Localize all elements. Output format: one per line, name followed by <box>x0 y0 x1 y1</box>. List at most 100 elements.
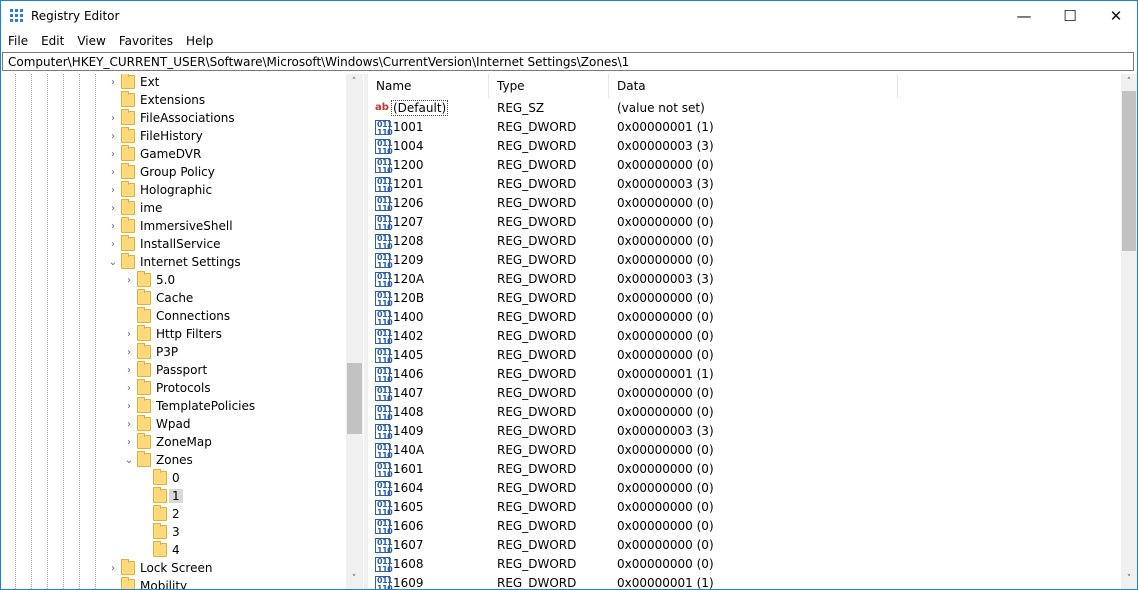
value-row[interactable]: 1208 REG_DWORD 0x00000000 (0) <box>368 232 1121 251</box>
scroll-down-icon[interactable]: ˅ <box>1121 571 1137 587</box>
column-header-data[interactable]: Data <box>609 74 898 98</box>
value-row[interactable]: 1200 REG_DWORD 0x00000000 (0) <box>368 156 1121 175</box>
value-row[interactable]: 1606 REG_DWORD 0x00000000 (0) <box>368 517 1121 536</box>
tree-node[interactable]: › ime <box>2 199 346 218</box>
tree-node[interactable]: › InstallService <box>2 235 346 254</box>
tree-node[interactable]: › GameDVR <box>2 145 346 164</box>
maximize-button[interactable]: ☐ <box>1047 1 1093 31</box>
tree-node[interactable]: 4 <box>2 541 346 560</box>
chevron-right-icon[interactable]: › <box>122 400 136 414</box>
registry-tree[interactable]: › Ext Extensions › FileAssociations › FileHist… <box>2 74 365 589</box>
tree-scroll-thumb[interactable] <box>347 363 362 434</box>
chevron-right-icon[interactable]: › <box>122 328 136 342</box>
scroll-up-icon[interactable]: ˄ <box>346 74 362 90</box>
values-list[interactable]: Name Type Data ab (Default) REG_SZ (value n… <box>368 74 1121 589</box>
menu-file[interactable]: File <box>1 32 34 52</box>
tree-node[interactable]: 1 <box>2 487 346 506</box>
menu-edit[interactable]: Edit <box>34 32 70 52</box>
tree-node[interactable]: › TemplatePolicies <box>2 397 346 416</box>
column-header-type[interactable]: Type <box>489 74 609 98</box>
tree-node[interactable]: Extensions <box>2 91 346 110</box>
value-row[interactable]: 1207 REG_DWORD 0x00000000 (0) <box>368 213 1121 232</box>
value-row[interactable]: 1201 REG_DWORD 0x00000003 (3) <box>368 175 1121 194</box>
value-row[interactable]: 1400 REG_DWORD 0x00000000 (0) <box>368 308 1121 327</box>
menu-help[interactable]: Help <box>179 32 219 52</box>
scroll-down-icon[interactable]: ˅ <box>346 571 362 587</box>
value-row[interactable]: 1001 REG_DWORD 0x00000001 (1) <box>368 118 1121 137</box>
column-header-name[interactable]: Name <box>368 74 489 98</box>
minimize-button[interactable]: — <box>1001 1 1047 31</box>
chevron-right-icon[interactable]: › <box>106 112 120 126</box>
tree-node[interactable]: › ImmersiveShell <box>2 217 346 236</box>
chevron-right-icon[interactable]: › <box>106 562 120 576</box>
address-bar[interactable]: Computer\HKEY_CURRENT_USER\Software\Micr… <box>2 52 1134 71</box>
tree-node[interactable]: 0 <box>2 469 346 488</box>
value-row[interactable]: 1402 REG_DWORD 0x00000000 (0) <box>368 327 1121 346</box>
chevron-right-icon[interactable]: › <box>122 346 136 360</box>
chevron-right-icon[interactable]: › <box>122 364 136 378</box>
chevron-right-icon[interactable]: › <box>122 418 136 432</box>
value-row[interactable]: 1004 REG_DWORD 0x00000003 (3) <box>368 137 1121 156</box>
title-bar[interactable]: Registry Editor — ☐ ✕ <box>1 1 1137 31</box>
value-row[interactable]: 120A REG_DWORD 0x00000003 (3) <box>368 270 1121 289</box>
chevron-down-icon[interactable]: ⌄ <box>122 454 136 468</box>
tree-node[interactable]: Connections <box>2 307 346 326</box>
value-row[interactable]: 1604 REG_DWORD 0x00000000 (0) <box>368 479 1121 498</box>
tree-node[interactable]: ⌄ Internet Settings <box>2 253 346 272</box>
chevron-right-icon[interactable]: › <box>106 76 120 90</box>
menu-favorites[interactable]: Favorites <box>112 32 179 52</box>
chevron-right-icon[interactable]: › <box>106 238 120 252</box>
value-row[interactable]: 1407 REG_DWORD 0x00000000 (0) <box>368 384 1121 403</box>
value-row[interactable]: 1408 REG_DWORD 0x00000000 (0) <box>368 403 1121 422</box>
chevron-right-icon[interactable]: › <box>106 220 120 234</box>
value-row[interactable]: 1409 REG_DWORD 0x00000003 (3) <box>368 422 1121 441</box>
tree-node[interactable]: › Lock Screen <box>2 559 346 578</box>
tree-node[interactable]: › Group Policy <box>2 163 346 182</box>
value-row[interactable]: 140A REG_DWORD 0x00000000 (0) <box>368 441 1121 460</box>
tree-node[interactable]: › 5.0 <box>2 271 346 290</box>
value-row[interactable]: 1607 REG_DWORD 0x00000000 (0) <box>368 536 1121 555</box>
tree-node[interactable]: › FileAssociations <box>2 109 346 128</box>
tree-node[interactable]: › Passport <box>2 361 346 380</box>
menu-view[interactable]: View <box>70 32 111 52</box>
close-button[interactable]: ✕ <box>1093 1 1137 31</box>
chevron-right-icon[interactable]: › <box>106 148 120 162</box>
values-scroll-thumb[interactable] <box>1122 91 1136 251</box>
value-data: 0x00000000 (0) <box>617 500 714 514</box>
value-row[interactable]: 1405 REG_DWORD 0x00000000 (0) <box>368 346 1121 365</box>
tree-node[interactable]: › P3P <box>2 343 346 362</box>
value-row[interactable]: 1605 REG_DWORD 0x00000000 (0) <box>368 498 1121 517</box>
tree-node[interactable]: 2 <box>2 505 346 524</box>
tree-node[interactable]: › Holographic <box>2 181 346 200</box>
chevron-right-icon[interactable]: › <box>122 436 136 450</box>
chevron-right-icon[interactable]: › <box>106 184 120 198</box>
chevron-right-icon[interactable]: › <box>106 130 120 144</box>
scroll-up-icon[interactable]: ˄ <box>1121 74 1137 90</box>
tree-node[interactable]: › FileHistory <box>2 127 346 146</box>
chevron-right-icon[interactable]: › <box>106 202 120 216</box>
value-row[interactable]: 1406 REG_DWORD 0x00000001 (1) <box>368 365 1121 384</box>
values-scrollbar[interactable]: ˄ ˅ <box>1121 74 1137 589</box>
tree-node[interactable]: Cache <box>2 289 346 308</box>
tree-node[interactable]: › Wpad <box>2 415 346 434</box>
chevron-right-icon[interactable]: › <box>122 274 136 288</box>
chevron-right-icon[interactable]: › <box>106 166 120 180</box>
value-row[interactable]: 120B REG_DWORD 0x00000000 (0) <box>368 289 1121 308</box>
folder-icon <box>137 307 151 323</box>
tree-node[interactable]: › Protocols <box>2 379 346 398</box>
tree-scrollbar[interactable]: ˄ ˅ <box>346 74 363 589</box>
tree-node[interactable]: ⌄ Zones <box>2 451 346 470</box>
tree-node[interactable]: 3 <box>2 523 346 542</box>
value-row[interactable]: ab (Default) REG_SZ (value not set) <box>368 99 1121 118</box>
chevron-down-icon[interactable]: ⌄ <box>106 256 120 270</box>
tree-node[interactable]: › ZoneMap <box>2 433 346 452</box>
value-row[interactable]: 1609 REG_DWORD 0x00000001 (1) <box>368 574 1121 589</box>
chevron-right-icon[interactable]: › <box>122 382 136 396</box>
tree-node[interactable]: Mobility <box>2 577 346 589</box>
tree-node[interactable]: › Ext <box>2 74 346 92</box>
value-row[interactable]: 1206 REG_DWORD 0x00000000 (0) <box>368 194 1121 213</box>
value-row[interactable]: 1601 REG_DWORD 0x00000000 (0) <box>368 460 1121 479</box>
value-row[interactable]: 1209 REG_DWORD 0x00000000 (0) <box>368 251 1121 270</box>
value-row[interactable]: 1608 REG_DWORD 0x00000000 (0) <box>368 555 1121 574</box>
tree-node[interactable]: › Http Filters <box>2 325 346 344</box>
